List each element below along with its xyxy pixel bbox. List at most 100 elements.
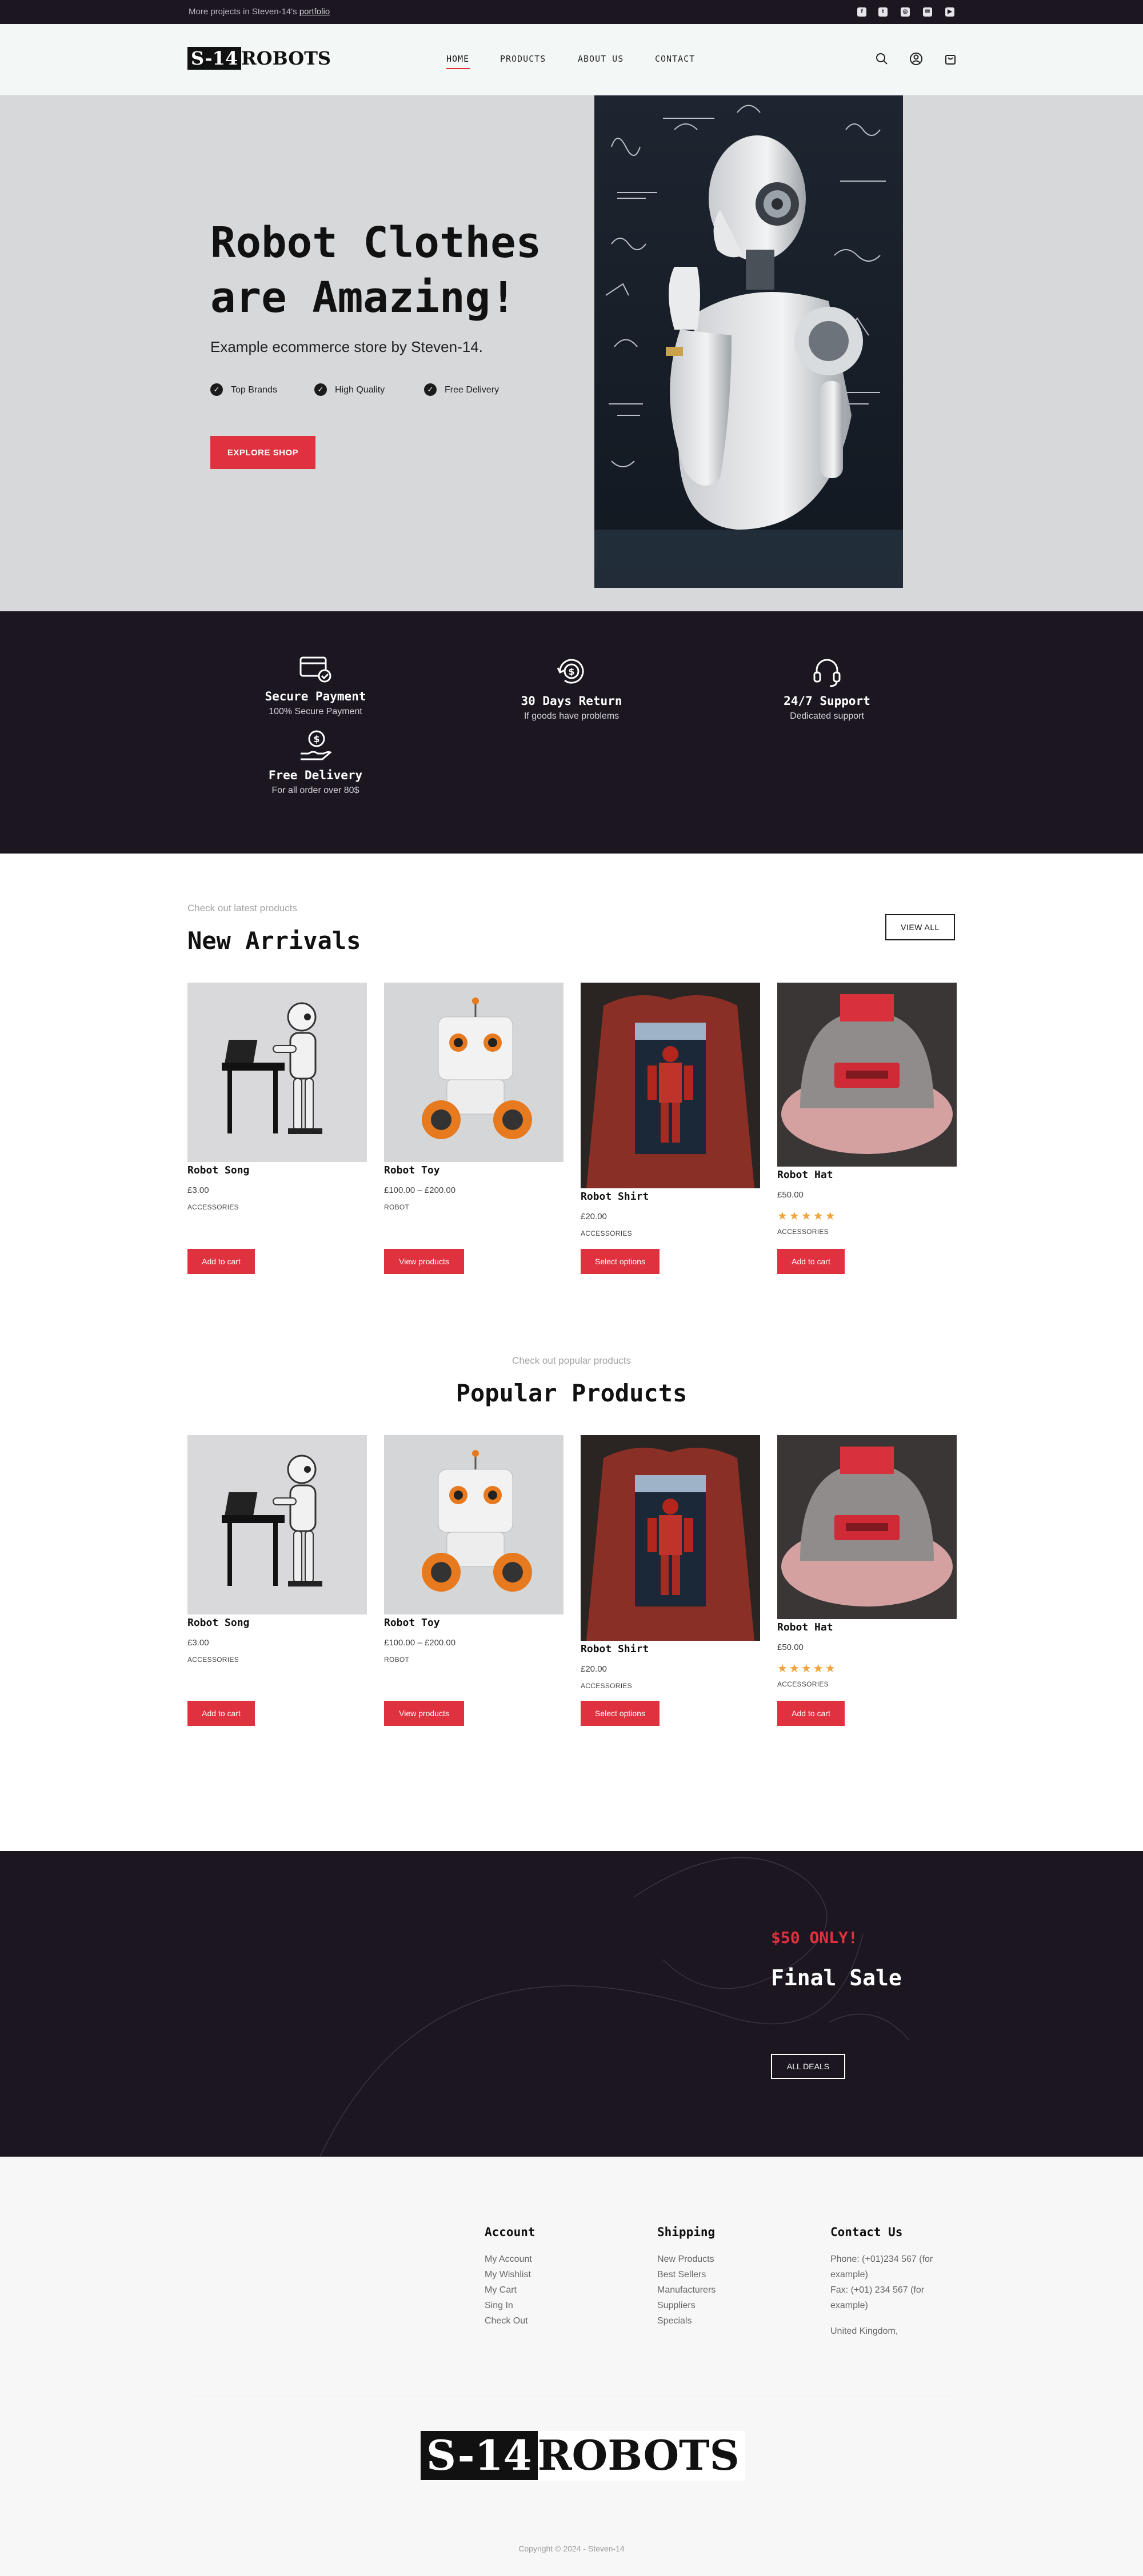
product-category[interactable]: ACCESSORIES: [187, 1656, 367, 1664]
footer-link-my-cart[interactable]: My Cart: [485, 2282, 622, 2298]
check-icon: ✓: [314, 383, 327, 396]
product-category[interactable]: ACCESSORIES: [581, 1682, 760, 1690]
nav-contact[interactable]: CONTACT: [655, 54, 695, 64]
product-category[interactable]: ROBOT: [384, 1656, 563, 1664]
all-deals-button[interactable]: ALL DEALS: [771, 2054, 845, 2079]
popular-kicker: Check out popular products: [512, 1355, 631, 1366]
new-arrivals-kicker: Check out latest products: [187, 903, 297, 914]
hero-title: Robot Clothes are Amazing!: [210, 218, 542, 322]
product-name[interactable]: Robot Shirt: [581, 1191, 760, 1203]
view-all-button[interactable]: VIEW ALL: [885, 914, 955, 940]
product-image[interactable]: [384, 1435, 563, 1614]
footer-link-my-wishlist[interactable]: My Wishlist: [485, 2267, 622, 2282]
money-return-icon: $: [557, 659, 584, 684]
product-price: £3.00: [187, 1638, 209, 1648]
hero-section: Robot Clothes are Amazing! Example ecomm…: [0, 95, 1143, 611]
footer-link-specials[interactable]: Specials: [657, 2313, 794, 2329]
site-logo[interactable]: S-14 ROBOTS: [187, 47, 331, 70]
add-to-cart-button[interactable]: Add to cart: [777, 1701, 845, 1726]
youtube-icon[interactable]: ▶: [945, 7, 954, 17]
product-price: £20.00: [581, 1212, 607, 1221]
headset-icon: [813, 659, 841, 687]
select-options-button[interactable]: Select options: [581, 1249, 660, 1274]
product-name[interactable]: Robot Hat: [777, 1169, 957, 1181]
footer-fax: Fax: (+01) 234 567 (for example): [830, 2285, 925, 2310]
product-category[interactable]: ROBOT: [384, 1203, 563, 1211]
decorative-curves: [319, 1857, 909, 2157]
product-price: £100.00 – £200.00: [384, 1638, 456, 1648]
footer-account-title: Account: [485, 2225, 535, 2239]
footer-link-suppliers[interactable]: Suppliers: [657, 2298, 794, 2313]
footer-link-manufacturers[interactable]: Manufacturers: [657, 2282, 794, 2298]
footer-link-best-sellers[interactable]: Best Sellers: [657, 2267, 794, 2282]
product-image[interactable]: [581, 1435, 760, 1641]
product-price: £20.00: [581, 1664, 607, 1674]
instagram-icon[interactable]: ◎: [901, 7, 910, 17]
facebook-icon[interactable]: f: [857, 7, 866, 17]
add-to-cart-button[interactable]: Add to cart: [777, 1249, 845, 1274]
twitter-icon[interactable]: t: [878, 7, 888, 17]
service-free-delivery: $ Free Delivery For all order over 80$: [224, 728, 407, 796]
product-name[interactable]: Robot Song: [187, 1164, 367, 1176]
product-category[interactable]: ACCESSORIES: [581, 1229, 760, 1237]
product-name[interactable]: Robot Song: [187, 1617, 367, 1629]
cart-icon[interactable]: [943, 51, 958, 66]
view-products-button[interactable]: View products: [384, 1701, 464, 1726]
copyright: Copyright © 2024 - Steven-14: [518, 2544, 625, 2553]
search-icon[interactable]: [874, 51, 889, 66]
product-name[interactable]: Robot Hat: [777, 1621, 957, 1633]
footer-link-new-products[interactable]: New Products: [657, 2252, 794, 2267]
product-card-robot-shirt[interactable]: Robot Shirt £20.00 ACCESSORIES: [581, 1435, 760, 1690]
product-card-robot-hat[interactable]: Robot Hat £50.00 ★★★★★ ACCESSORIES: [777, 983, 957, 1236]
sale-banner: $50 ONLY! Final Sale ALL DEALS: [0, 1851, 1143, 2157]
check-icon: ✓: [210, 383, 223, 396]
explore-shop-button[interactable]: EXPLORE SHOP: [210, 436, 315, 469]
product-image[interactable]: [187, 983, 367, 1162]
product-image[interactable]: [777, 983, 957, 1167]
mail-icon[interactable]: ✉: [923, 7, 932, 17]
product-name[interactable]: Robot Toy: [384, 1164, 563, 1176]
product-card-robot-shirt[interactable]: Robot Shirt £20.00 ACCESSORIES: [581, 983, 760, 1237]
product-category[interactable]: ACCESSORIES: [777, 1680, 957, 1688]
site-header: S-14 ROBOTS HOME PRODUCTS ABOUT US CONTAC…: [0, 24, 1143, 95]
nav-about-us[interactable]: ABOUT US: [578, 54, 624, 64]
product-category[interactable]: ACCESSORIES: [187, 1203, 367, 1211]
product-card-robot-hat[interactable]: Robot Hat £50.00 ★★★★★ ACCESSORIES: [777, 1435, 957, 1688]
check-icon: ✓: [424, 383, 437, 396]
product-price: £50.00: [777, 1190, 804, 1200]
star-rating: ★★★★★: [777, 1662, 837, 1675]
footer-link-my-account[interactable]: My Account: [485, 2252, 622, 2267]
services-section: Secure Payment 100% Secure Payment $ 30 …: [0, 611, 1143, 854]
footer-link-sign-in[interactable]: Sing In: [485, 2298, 622, 2313]
product-card-robot-toy[interactable]: Robot Toy £100.00 – £200.00 ROBOT: [384, 983, 563, 1211]
product-card-robot-song[interactable]: Robot Song £3.00 ACCESSORIES: [187, 983, 367, 1211]
product-card-robot-toy[interactable]: Robot Toy £100.00 – £200.00 ROBOT: [384, 1435, 563, 1664]
footer-contact-column: Contact Us Phone: (+01)234 567 (for exam…: [830, 2225, 945, 2339]
nav-products[interactable]: PRODUCTS: [500, 54, 546, 64]
select-options-button[interactable]: Select options: [581, 1701, 660, 1726]
product-image[interactable]: [581, 983, 760, 1188]
footer-logo[interactable]: S-14 ROBOTS: [421, 2431, 745, 2481]
add-to-cart-button[interactable]: Add to cart: [187, 1249, 255, 1274]
footer-link-check-out[interactable]: Check Out: [485, 2313, 622, 2329]
product-category[interactable]: ACCESSORIES: [777, 1228, 957, 1236]
sale-title: Final Sale: [771, 1965, 902, 1990]
product-card-robot-song[interactable]: Robot Song £3.00 ACCESSORIES: [187, 1435, 367, 1664]
product-name[interactable]: Robot Shirt: [581, 1643, 760, 1655]
add-to-cart-button[interactable]: Add to cart: [187, 1701, 255, 1726]
user-icon[interactable]: [909, 51, 924, 66]
hero-subtitle: Example ecommerce store by Steven-14.: [210, 338, 483, 355]
product-image[interactable]: [384, 983, 563, 1162]
product-image[interactable]: [777, 1435, 957, 1619]
nav-home[interactable]: HOME: [446, 54, 469, 64]
site-footer: Account My Account My Wishlist My Cart S…: [0, 2157, 1143, 2576]
nav-active-underline: [446, 68, 470, 69]
view-products-button[interactable]: View products: [384, 1249, 464, 1274]
hero-robot-image: [594, 95, 903, 588]
portfolio-link[interactable]: portfolio: [299, 7, 330, 17]
product-image[interactable]: [187, 1435, 367, 1614]
top-bar-message: More projects in Steven-14's portfolio: [189, 7, 330, 17]
top-bar: More projects in Steven-14's portfolio f…: [0, 0, 1143, 24]
product-name[interactable]: Robot Toy: [384, 1617, 563, 1629]
service-24-7-support: 24/7 Support Dedicated support: [736, 654, 918, 722]
